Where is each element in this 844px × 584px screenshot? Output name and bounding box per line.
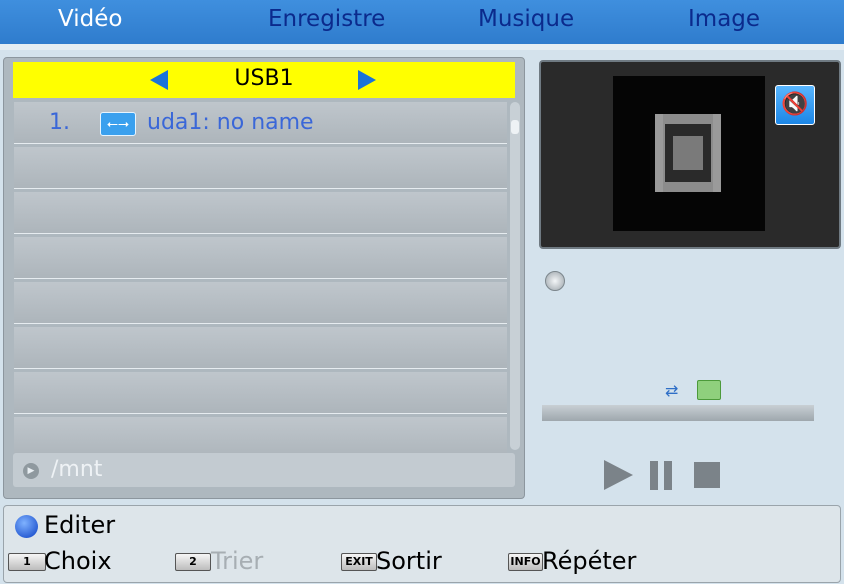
- pause-icon[interactable]: [650, 461, 672, 490]
- key-1-icon: 1: [8, 553, 46, 571]
- repeter-label[interactable]: Répéter: [542, 547, 636, 575]
- right-arrow-icon[interactable]: [358, 70, 376, 90]
- folder-icon: [697, 380, 721, 400]
- tab-video[interactable]: Vidéo: [58, 6, 122, 32]
- current-path: /mnt: [51, 457, 103, 482]
- film-icon: [655, 114, 721, 192]
- scrollbar[interactable]: [510, 102, 520, 450]
- play-icon[interactable]: [604, 460, 633, 490]
- tab-image[interactable]: Image: [688, 6, 760, 32]
- preview-screen: [613, 76, 765, 231]
- key-2-icon: 2: [175, 553, 211, 571]
- scrollbar-thumb[interactable]: [511, 120, 519, 134]
- tab-musique[interactable]: Musique: [478, 6, 574, 32]
- device-name: USB1: [234, 66, 294, 91]
- path-bar: ▶ /mnt: [13, 453, 515, 487]
- tab-divider: [0, 44, 844, 50]
- edit-label[interactable]: Editer: [44, 511, 115, 539]
- device-selector[interactable]: USB1: [13, 62, 515, 98]
- file-row-empty[interactable]: [14, 192, 507, 234]
- file-row-empty[interactable]: [14, 372, 507, 414]
- file-row[interactable]: 1. ⭠⭢ uda1: no name: [14, 102, 507, 144]
- status-indicator: [545, 271, 565, 291]
- sortir-label[interactable]: Sortir: [376, 547, 442, 575]
- blue-button-icon: [15, 515, 38, 538]
- key-info-icon: INFO: [508, 553, 543, 571]
- file-name: uda1: no name: [147, 110, 314, 135]
- progress-bar[interactable]: [542, 405, 814, 421]
- file-row-empty[interactable]: [14, 147, 507, 189]
- trier-label: Trier: [211, 547, 264, 575]
- file-row-empty[interactable]: [14, 327, 507, 369]
- file-row-empty[interactable]: [14, 237, 507, 279]
- file-list-panel: USB1 1. ⭠⭢ uda1: no name ▶ /mnt: [3, 57, 525, 499]
- choix-label[interactable]: Choix: [44, 547, 112, 575]
- file-index: 1.: [49, 110, 70, 135]
- key-exit-icon: EXIT: [341, 553, 377, 571]
- help-bar: Editer 1 Choix 2 Trier EXIT Sortir INFO …: [3, 505, 841, 583]
- stop-icon[interactable]: [694, 462, 720, 488]
- repeat-icon: ⇄: [665, 381, 679, 400]
- mute-icon[interactable]: 🔇: [775, 85, 815, 125]
- tab-bar: Vidéo Enregistre Musique Image: [0, 0, 844, 44]
- preview-window: 🔇: [539, 60, 841, 249]
- tab-enregistre[interactable]: Enregistre: [268, 6, 385, 32]
- file-row-empty[interactable]: [14, 282, 507, 324]
- file-list: 1. ⭠⭢ uda1: no name: [14, 102, 507, 462]
- play-circle-icon: ▶: [23, 463, 39, 479]
- usb-icon: ⭠⭢: [100, 112, 136, 136]
